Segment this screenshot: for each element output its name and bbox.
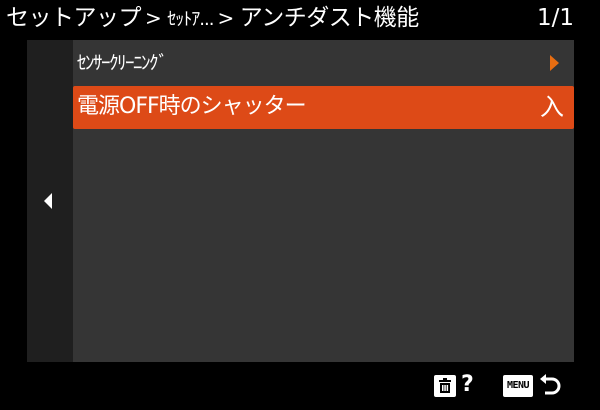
page-indicator: 1/1 — [536, 5, 574, 31]
breadcrumb-separator: > — [217, 6, 234, 30]
menu-label: MENU — [503, 375, 533, 397]
breadcrumb: セットアップ > ｾｯﾄｱ... > アンチダスト機能 — [6, 3, 419, 35]
breadcrumb-setup[interactable]: セットアップ — [6, 3, 142, 33]
breadcrumb-anti-dust: アンチダスト機能 — [239, 5, 420, 31]
breadcrumb-separator: > — [145, 6, 162, 30]
menu-panel: ｾﾝｻｰｸﾘｰﾆﾝｸﾞ 電源OFF時のシャッター 入 — [73, 40, 574, 362]
breadcrumb-setting[interactable]: ｾｯﾄｱ... — [167, 5, 214, 35]
right-arrow-icon — [550, 55, 559, 71]
menu-button[interactable]: MENU — [503, 375, 539, 397]
back-icon[interactable] — [536, 371, 566, 401]
left-rail — [27, 40, 73, 362]
help-icon[interactable]: ? — [461, 370, 474, 400]
menu-item-shutter-when-off[interactable]: 電源OFF時のシャッター 入 — [73, 86, 574, 129]
left-arrow-icon[interactable] — [44, 193, 52, 209]
menu-item-label: ｾﾝｻｰｸﾘｰﾆﾝｸﾞ — [77, 52, 168, 74]
trash-icon[interactable] — [434, 375, 456, 397]
footer: ? MENU — [0, 362, 600, 410]
menu-item-label: 電源OFF時のシャッター — [77, 94, 307, 119]
header: セットアップ > ｾｯﾄｱ... > アンチダスト機能 1/1 — [0, 0, 600, 36]
menu-item-value: 入 — [540, 93, 564, 121]
menu-item-sensor-cleaning[interactable]: ｾﾝｻｰｸﾘｰﾆﾝｸﾞ — [73, 42, 574, 85]
